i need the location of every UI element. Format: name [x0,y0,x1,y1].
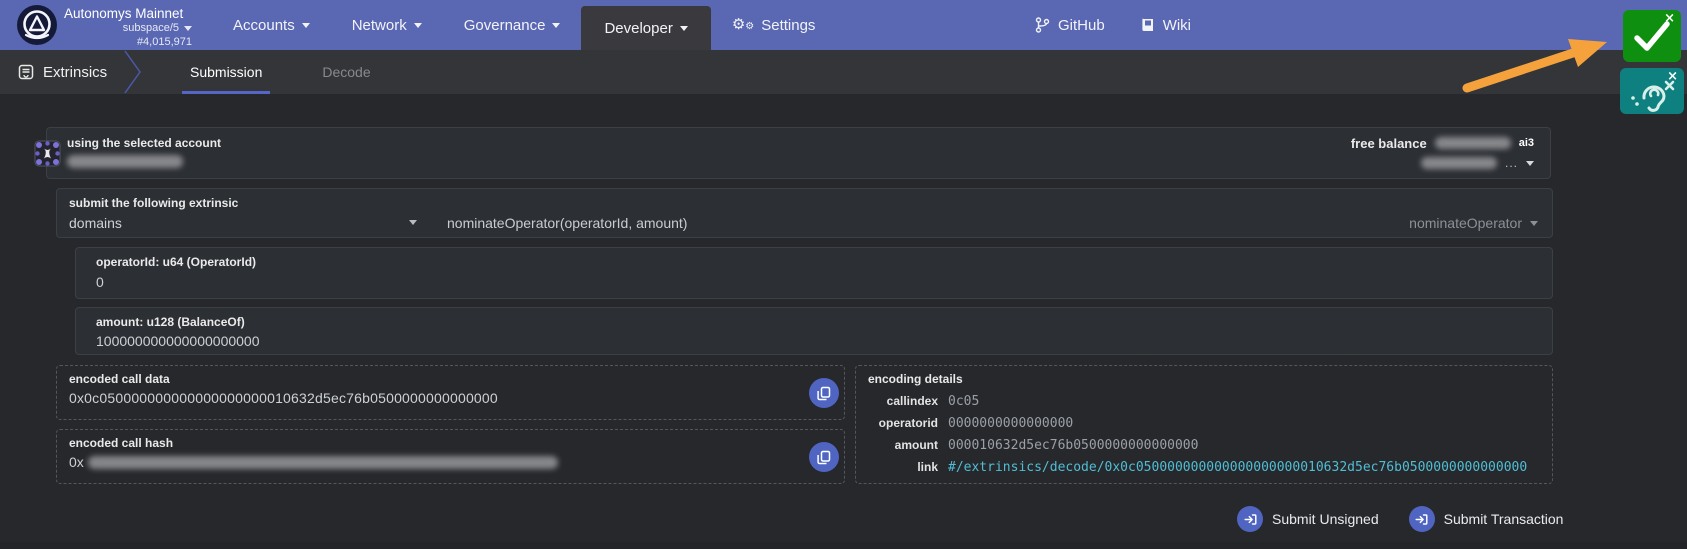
autonomys-logo[interactable] [16,4,58,46]
param-amount-input[interactable]: 100000000000000000000 [96,333,260,349]
main-nav: Accounts Network Governance Developer ⚙⚙… [212,0,836,50]
encoding-row-callindex: callindex 0c05 [886,394,980,409]
chevron-down-icon[interactable] [1526,160,1534,166]
encoded-call-hash-box: encoded call hash 0x [56,429,845,484]
encoding-details-box: encoding details callindex 0c05 operator… [855,365,1553,484]
balance-ellipsis: ... [1504,156,1518,170]
encoded-call-hash-prefix: 0x [69,454,84,470]
encoded-call-data-label: encoded call data [69,372,170,386]
encoding-details-label: encoding details [868,372,963,386]
runtime-spec: subspace/5 [122,22,179,34]
nav-settings[interactable]: ⚙⚙ Settings [711,0,837,50]
account-select[interactable]: using the selected account free balance … [34,127,1551,179]
chevron-down-icon [552,22,561,28]
tab-decode[interactable]: Decode [314,50,378,94]
github-link[interactable]: GitHub [1035,17,1105,34]
decode-link[interactable]: #/extrinsics/decode/0x0c0500000000000000… [948,460,1527,475]
runtime-selector[interactable]: subspace/5 [62,21,192,35]
encoded-call-hash-label: encoded call hash [69,436,174,450]
tab-submission[interactable]: Submission [182,50,271,94]
top-nav-bar: Autonomys Mainnet subspace/5 #4,015,971 … [0,0,1687,50]
chevron-down-icon[interactable] [409,220,417,225]
token-unit: ai3 [1518,137,1534,149]
breadcrumb-chevron [124,50,141,94]
sign-in-icon [1237,506,1263,532]
tab-bar: Extrinsics Submission Decode [0,50,1687,94]
nav-governance[interactable]: Governance [443,0,582,50]
param-amount: amount: u128 (BalanceOf) 100000000000000… [75,307,1553,355]
gears-icon: ⚙⚙ [731,14,755,33]
extrinsic-select: submit the following extrinsic domains n… [56,188,1553,238]
param-operatorid: operatorId: u64 (OperatorId) 0 [75,247,1553,299]
dismiss-x-icon[interactable]: × [1667,69,1678,84]
chevron-down-icon [301,22,310,28]
chevron-down-icon [679,25,688,31]
nav-accounts[interactable]: Accounts [212,0,331,50]
sign-in-icon [1408,506,1435,532]
best-block-number: #4,015,971 [136,36,192,48]
copy-call-data-button[interactable] [809,378,839,408]
chain-meta: subspace/5 #4,015,971 [62,21,192,49]
submit-unsigned-button[interactable]: Submit Unsigned [1237,506,1379,532]
chevron-down-icon [1530,220,1538,226]
dismiss-x-icon[interactable]: × [1664,11,1675,26]
success-check-button[interactable]: × [1623,10,1681,62]
encoding-row-amount: amount 000010632d5ec76b0500000000000000 [894,438,1199,453]
copy-icon [817,386,831,400]
assistive-listening-button[interactable]: × [1620,68,1684,114]
page-footer-strip [0,542,1687,549]
secondary-balance-redacted [1420,157,1497,169]
submit-transaction-button[interactable]: Submit Transaction [1408,506,1563,532]
param-operatorid-label: operatorId: u64 (OperatorId) [96,255,257,269]
autonomys-logo-icon [17,5,57,45]
chain-name: Autonomys Mainnet [64,6,184,21]
tabs: Submission Decode [182,50,379,94]
account-identicon [34,140,61,167]
pallet-select[interactable]: domains [69,215,122,231]
method-signature: nominateOperator(operatorId, amount) [447,215,688,231]
nav-network[interactable]: Network [331,0,443,50]
method-select[interactable]: nominateOperator [1409,215,1538,231]
chevron-down-icon [413,22,422,28]
encoding-row-operatorid: operatorid 0000000000000000 [878,416,1074,431]
external-links: GitHub Wiki [1035,0,1191,50]
code-fork-icon [1035,17,1050,33]
extrinsic-label: submit the following extrinsic [69,196,239,210]
free-balance-label: free balance [1350,135,1427,151]
account-name-redacted [67,155,183,168]
section-header: Extrinsics [18,50,107,94]
encoded-call-hash-redacted [87,455,558,469]
app-window: Autonomys Mainnet subspace/5 #4,015,971 … [0,0,1687,549]
balance-area: free balance ai3 ... [1351,135,1534,171]
extrinsics-icon [18,64,34,80]
copy-call-hash-button[interactable] [809,442,839,472]
book-icon [1142,18,1153,31]
param-amount-label: amount: u128 (BalanceOf) [96,315,245,329]
main-content: using the selected account free balance … [0,94,1687,549]
account-label: using the selected account [67,136,222,150]
encoded-call-data-box: encoded call data 0x0c050000000000000000… [56,365,845,420]
free-balance-value-redacted [1434,137,1511,149]
wiki-link[interactable]: Wiki [1141,17,1191,34]
section-title: Extrinsics [43,63,108,81]
submit-actions: Submit Unsigned Submit Transaction [1237,506,1563,532]
chevron-down-icon [184,25,192,31]
nav-developer[interactable]: Developer [581,6,711,50]
copy-icon [817,450,831,464]
param-operatorid-input[interactable]: 0 [96,274,104,290]
encoding-row-link: link #/extrinsics/decode/0x0c05000000000… [917,460,1528,475]
encoded-call-data-value: 0x0c050000000000000000000010632d5ec76b05… [69,390,498,406]
